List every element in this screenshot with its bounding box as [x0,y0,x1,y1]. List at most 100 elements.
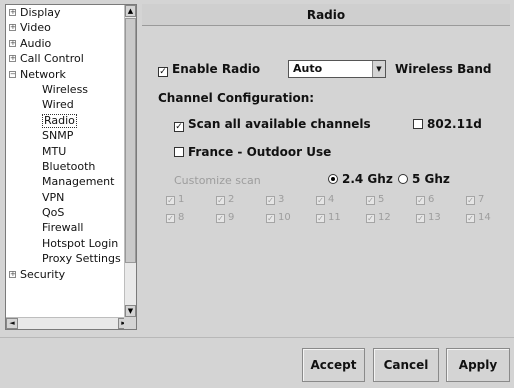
channel-checkbox[interactable]: ✓ 10 [266,212,291,223]
tree-item-label: Wireless [42,82,89,96]
tree-item[interactable]: QoS [6,205,132,220]
channel-check-icon[interactable]: ✓ [166,214,175,223]
tree-item[interactable]: + Call Control [6,51,132,66]
tree-item[interactable]: MTU [6,144,132,159]
channel-checkbox[interactable]: ✓ 12 [366,212,391,223]
tree-item-label: QoS [42,206,65,220]
channel-checkbox[interactable]: ✓ 8 [166,212,184,223]
collapse-icon[interactable]: − [9,70,16,78]
channel-check-icon[interactable]: ✓ [216,214,225,223]
channel-check-icon[interactable]: ✓ [466,214,475,223]
tree-item[interactable]: − Network [6,67,132,82]
customize-scan-label: Customize scan [174,174,261,187]
tree-item[interactable]: + Video [6,20,132,35]
radio-settings-window: + Display + Video + Audio + Call Control − Networ… [0,0,514,388]
channel-check-icon[interactable]: ✓ [316,196,325,205]
france-outdoor-checkbox[interactable]: France - Outdoor Use [174,145,331,159]
tree-item[interactable]: VPN [6,190,132,205]
tree-item[interactable]: Bluetooth [6,159,132,174]
tree-horizontal-scrollbar[interactable]: ◄ ► [6,317,130,329]
channel-check-icon[interactable]: ✓ [316,214,325,223]
scroll-up-icon[interactable]: ▲ [125,5,136,17]
band-2-4ghz-radio[interactable]: 2.4 Ghz [328,172,393,186]
tree-item-label: VPN [42,190,65,204]
tree-item-label: Audio [20,36,52,50]
dot11d-check-box[interactable] [413,119,423,129]
radio-unselected-icon[interactable] [398,174,408,184]
scroll-thumb[interactable] [125,18,136,263]
tree-item[interactable]: + Audio [6,36,132,51]
scan-all-check-icon[interactable]: ✓ [174,122,184,132]
band-5ghz-label: 5 Ghz [412,172,450,186]
wireless-band-value: Auto [293,62,323,75]
channel-checkbox[interactable]: ✓ 14 [466,212,491,223]
channel-checkbox[interactable]: ✓ 13 [416,212,441,223]
dot11d-checkbox[interactable]: 802.11d [413,117,482,131]
settings-tree-list: + Display + Video + Audio + Call Control − Networ… [6,5,132,282]
wireless-band-select[interactable]: Auto ▼ [288,60,386,78]
tree-item[interactable]: + Display [6,5,132,20]
tree-item[interactable]: + Security [6,267,132,282]
apply-button[interactable]: Apply [446,348,510,382]
tree-item[interactable]: Proxy Settings [6,251,132,266]
channel-check-icon[interactable]: ✓ [366,196,375,205]
tree-item[interactable]: Firewall [6,220,132,235]
tree-item-label: Hotspot Login [42,236,119,250]
channel-label: 14 [478,212,491,223]
band-5ghz-radio[interactable]: 5 Ghz [398,172,450,186]
channel-label: 2 [228,194,235,205]
tree-item-label: Security [20,267,66,281]
scan-all-label: Scan all available channels [188,117,371,131]
channel-checkbox[interactable]: ✓ 1 [166,194,184,205]
channel-label: 12 [378,212,391,223]
channel-check-icon[interactable]: ✓ [216,196,225,205]
channel-checkbox[interactable]: ✓ 7 [466,194,484,205]
channel-check-icon[interactable]: ✓ [166,196,175,205]
wireless-band-label: Wireless Band [395,62,492,76]
channel-check-icon[interactable]: ✓ [266,214,275,223]
tree-item[interactable]: Radio [6,113,132,128]
channel-label: 5 [378,194,385,205]
chevron-down-icon[interactable]: ▼ [372,61,385,77]
scroll-left-icon[interactable]: ◄ [6,318,18,329]
channel-checkbox[interactable]: ✓ 11 [316,212,341,223]
cancel-button[interactable]: Cancel [373,348,439,382]
expand-icon[interactable]: + [9,270,16,278]
expand-icon[interactable]: + [9,9,16,16]
tree-item[interactable]: SNMP [6,128,132,143]
channel-checkbox[interactable]: ✓ 3 [266,194,284,205]
france-check-box[interactable] [174,147,184,157]
channel-checkbox[interactable]: ✓ 9 [216,212,234,223]
enable-radio-check-icon[interactable]: ✓ [158,67,168,77]
channel-checkbox[interactable]: ✓ 5 [366,194,384,205]
channel-label: 1 [178,194,185,205]
channel-checkbox[interactable]: ✓ 6 [416,194,434,205]
channel-check-icon[interactable]: ✓ [466,196,475,205]
tree-item-label: Call Control [20,52,84,66]
tree-item-label: MTU [42,144,67,158]
channel-check-icon[interactable]: ✓ [416,214,425,223]
expand-icon[interactable]: + [9,55,16,63]
tree-item[interactable]: Wired [6,97,132,112]
expand-icon[interactable]: + [9,24,16,32]
tree-item-label: Wired [42,98,74,112]
tree-item-label: Proxy Settings [42,252,121,266]
tree-item[interactable]: Wireless [6,82,132,97]
tree-item[interactable]: Hotspot Login [6,236,132,251]
radio-selected-icon[interactable] [328,174,338,184]
france-outdoor-label: France - Outdoor Use [188,145,332,159]
tree-vertical-scrollbar[interactable]: ▲ ▼ [124,5,136,317]
tree-item-label: Firewall [42,221,84,235]
channel-check-icon[interactable]: ✓ [266,196,275,205]
tree-item[interactable]: Management [6,174,132,189]
channel-checkbox[interactable]: ✓ 2 [216,194,234,205]
enable-radio-checkbox[interactable]: ✓ Enable Radio [158,62,260,77]
expand-icon[interactable]: + [9,39,16,47]
channel-check-icon[interactable]: ✓ [416,196,425,205]
channel-check-icon[interactable]: ✓ [366,214,375,223]
channel-label: 9 [228,212,235,223]
channel-checkbox[interactable]: ✓ 4 [316,194,334,205]
accept-button[interactable]: Accept [302,348,365,382]
scroll-down-icon[interactable]: ▼ [125,305,136,317]
scan-all-channels-checkbox[interactable]: ✓ Scan all available channels [174,117,371,132]
